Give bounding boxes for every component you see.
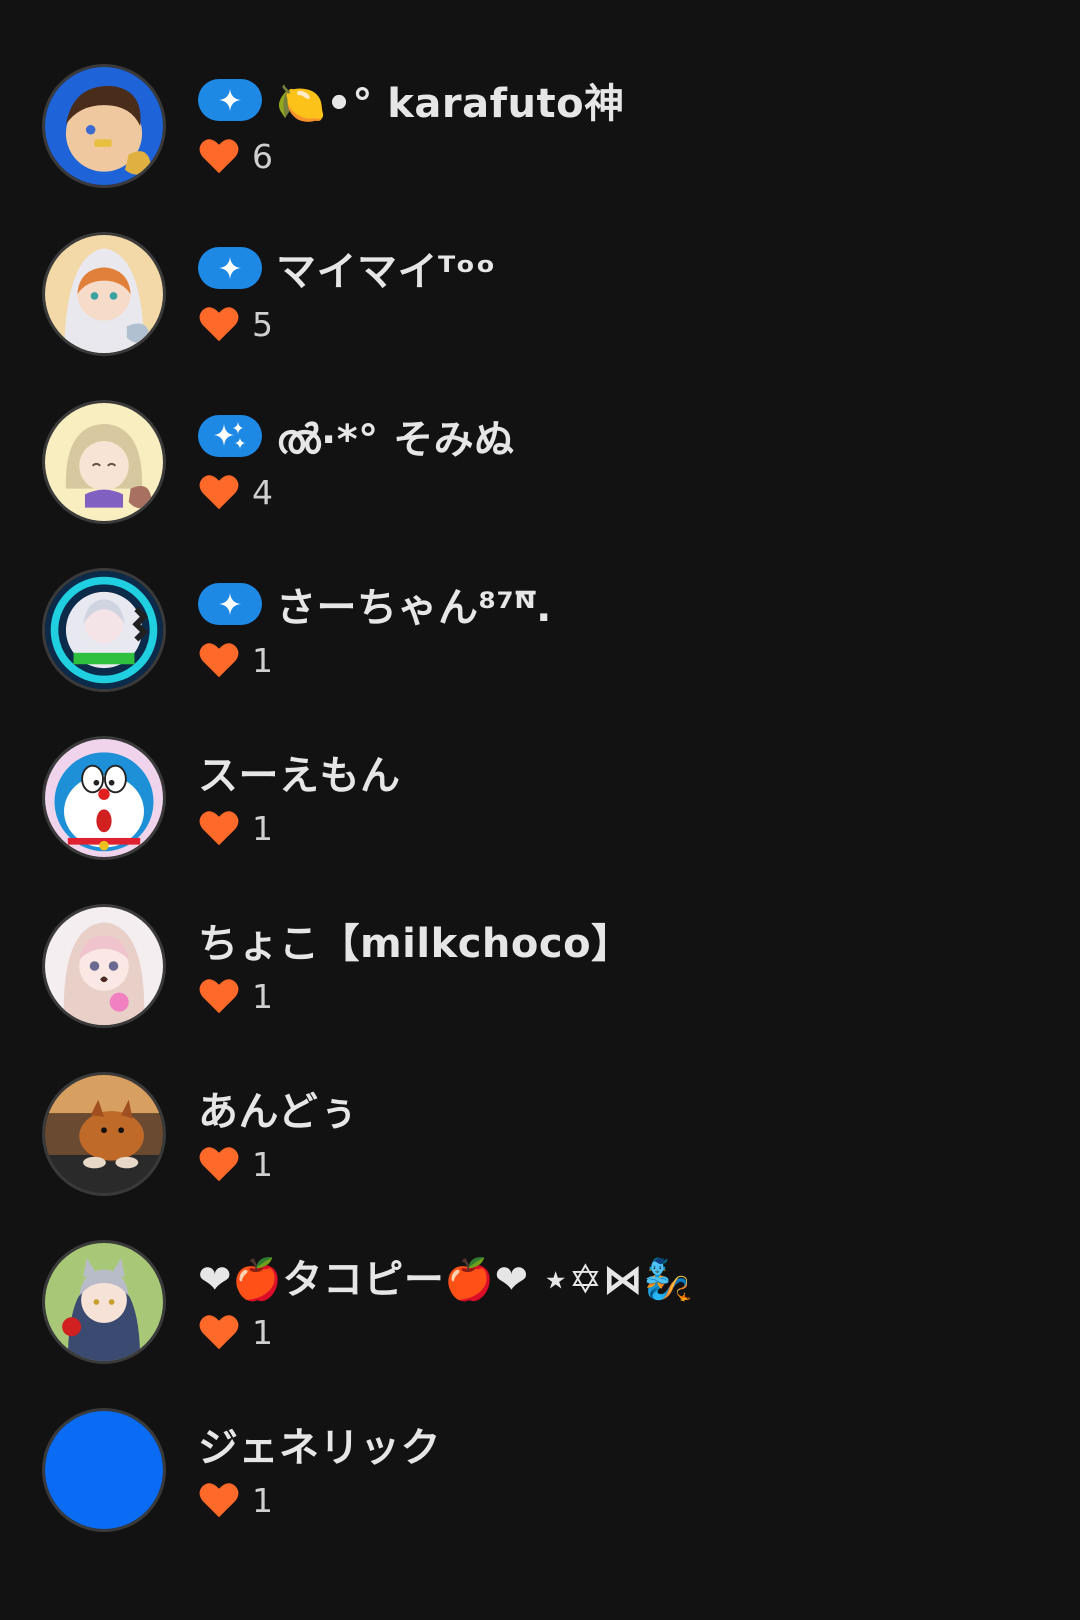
heart-icon (199, 139, 239, 174)
list-item[interactable]: 🍋•° karafuto神 6 (0, 64, 1080, 232)
heart-icon (199, 643, 239, 678)
list-item[interactable]: ൽ·*° そみぬ 4 (0, 400, 1080, 568)
avatar[interactable] (42, 1072, 166, 1196)
avatar[interactable] (42, 736, 166, 860)
like-count: 1 (252, 1144, 273, 1184)
list-item[interactable]: ❤︎🍎タコピー🍎❤︎ ⋆✡⋈🧞 1 (0, 1240, 1080, 1408)
user-name[interactable]: 🍋•° karafuto神 (276, 71, 625, 129)
avatar[interactable] (42, 232, 166, 356)
like-count: 6 (252, 136, 273, 176)
user-name[interactable]: ❤︎🍎タコピー🍎❤︎ ⋆✡⋈🧞 (198, 1247, 693, 1305)
list-item[interactable]: スーえもん 1 (0, 736, 1080, 904)
like-count: 1 (252, 976, 273, 1016)
user-name[interactable]: ジェネリック (198, 1415, 441, 1473)
heart-icon (199, 1483, 239, 1518)
avatar[interactable] (42, 1240, 166, 1364)
like-count: 1 (252, 640, 273, 680)
user-name[interactable]: ൽ·*° そみぬ (276, 407, 515, 465)
sparkle-badge-icon (198, 247, 262, 289)
list-item[interactable]: マイマイᵀᵒᵒ 5 (0, 232, 1080, 400)
like-count: 4 (252, 472, 273, 512)
like-count: 1 (252, 1312, 273, 1352)
list-item[interactable]: ジェネリック 1 (0, 1408, 1080, 1576)
heart-icon (199, 811, 239, 846)
user-name[interactable]: ちょこ【milkchoco】 (198, 911, 632, 969)
user-name[interactable]: あんどぅ (198, 1079, 359, 1137)
heart-icon (199, 1147, 239, 1182)
list-item[interactable]: さーちゃん⁸⁷ᴺ̅. 1 (0, 568, 1080, 736)
heart-icon (199, 307, 239, 342)
heart-icon (199, 979, 239, 1014)
avatar[interactable] (42, 568, 166, 692)
double-sparkle-badge-icon (198, 415, 262, 457)
like-count: 1 (252, 808, 273, 848)
like-count: 1 (252, 1480, 273, 1520)
like-count: 5 (252, 304, 273, 344)
likers-list: 🍋•° karafuto神 6 マイマイᵀᵒᵒ 5 ൽ·*° そみぬ 4 さーち… (0, 0, 1080, 1620)
avatar[interactable] (42, 400, 166, 524)
sparkle-badge-icon (198, 79, 262, 121)
avatar[interactable] (42, 1408, 166, 1532)
user-name[interactable]: スーえもん (198, 743, 401, 801)
user-name[interactable]: マイマイᵀᵒᵒ (276, 239, 496, 297)
avatar[interactable] (42, 64, 166, 188)
list-item[interactable]: あんどぅ 1 (0, 1072, 1080, 1240)
user-name[interactable]: さーちゃん⁸⁷ᴺ̅. (276, 575, 552, 633)
heart-icon (199, 475, 239, 510)
list-item[interactable]: ちょこ【milkchoco】 1 (0, 904, 1080, 1072)
avatar[interactable] (42, 904, 166, 1028)
sparkle-badge-icon (198, 583, 262, 625)
heart-icon (199, 1315, 239, 1350)
